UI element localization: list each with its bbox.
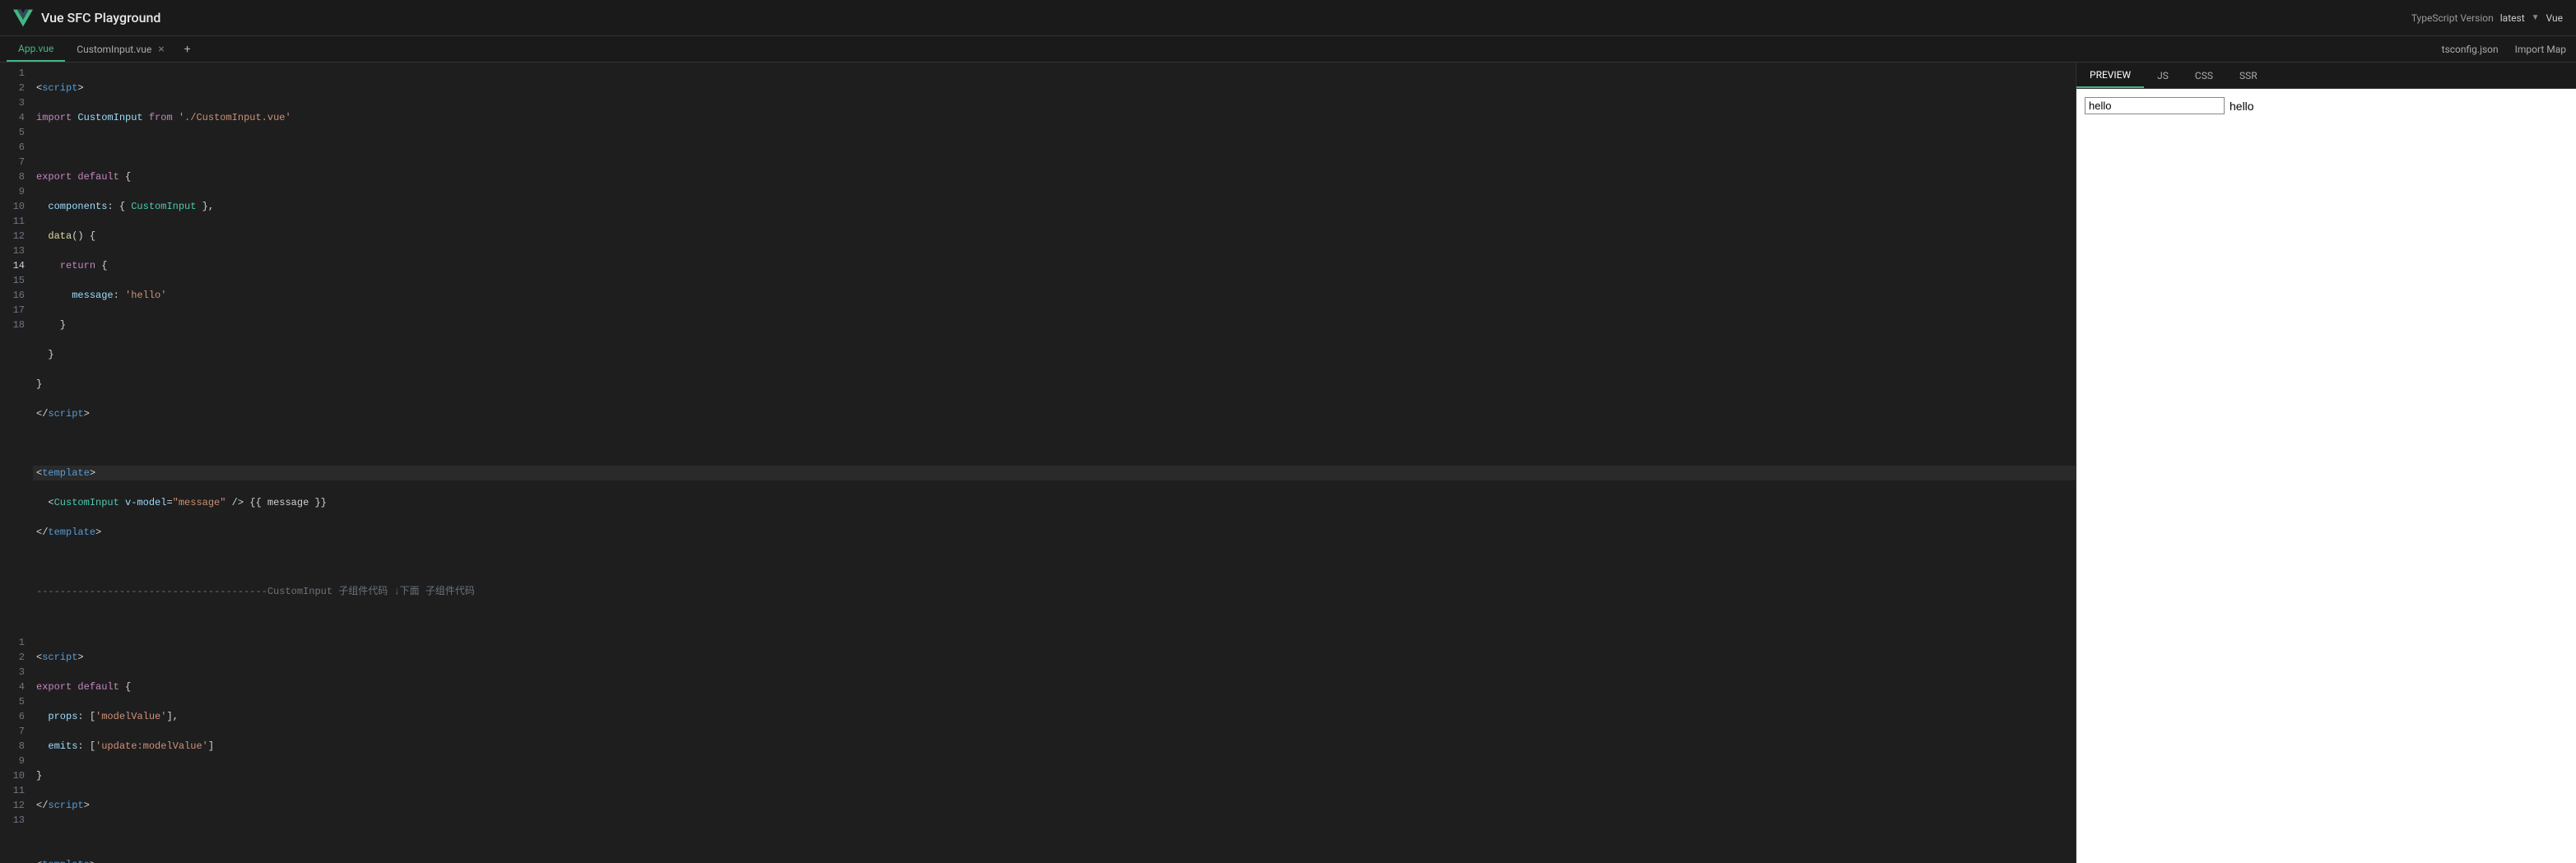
output-tabs: PREVIEW JS CSS SSR [2076,63,2576,89]
app-header: Vue SFC Playground TypeScript Version la… [0,0,2576,36]
right-links: tsconfig.json Import Map [2442,44,2569,55]
ts-version-label: TypeScript Version [2411,12,2494,24]
output-tab-ssr[interactable]: SSR [2226,63,2271,88]
file-tab-label: App.vue [18,43,53,54]
add-tab-button[interactable]: + [176,43,199,56]
vue-version-partial: Vue [2546,12,2563,24]
app-title: Vue SFC Playground [41,10,160,26]
code-content[interactable]: <script> import CustomInput from './Cust… [33,63,2076,632]
output-pane: PREVIEW JS CSS SSR hello [2076,63,2576,863]
output-tab-js[interactable]: JS [2144,63,2182,88]
ts-version-value[interactable]: latest [2500,12,2525,24]
file-tabs: App.vue CustomInput.vue × + [7,36,199,62]
preview-content: hello [2076,89,2576,863]
line-gutter: 12345678910111213 [0,632,33,863]
code-editor[interactable]: 123456789101112131415161718 <script> imp… [0,63,2076,863]
file-tab-custominput[interactable]: CustomInput.vue × [65,36,175,62]
tsconfig-link[interactable]: tsconfig.json [2442,44,2499,55]
file-tab-app[interactable]: App.vue [7,36,65,62]
file-tab-label: CustomInput.vue [77,44,151,55]
divider-comment: ---------------------------------------C… [33,584,2076,599]
code-content[interactable]: <script> export default { props: ['model… [33,632,2076,863]
line-gutter: 123456789101112131415161718 [0,63,33,632]
import-map-link[interactable]: Import Map [2515,44,2566,55]
output-tab-css[interactable]: CSS [2182,63,2226,88]
vue-logo-icon [13,8,33,28]
preview-text: hello [2230,100,2254,113]
dropdown-caret-icon[interactable]: ▼ [2532,13,2540,22]
output-tab-preview[interactable]: PREVIEW [2076,63,2144,88]
tabs-row: App.vue CustomInput.vue × + tsconfig.jso… [0,36,2576,63]
close-icon[interactable]: × [158,43,164,56]
preview-input[interactable] [2085,97,2225,114]
